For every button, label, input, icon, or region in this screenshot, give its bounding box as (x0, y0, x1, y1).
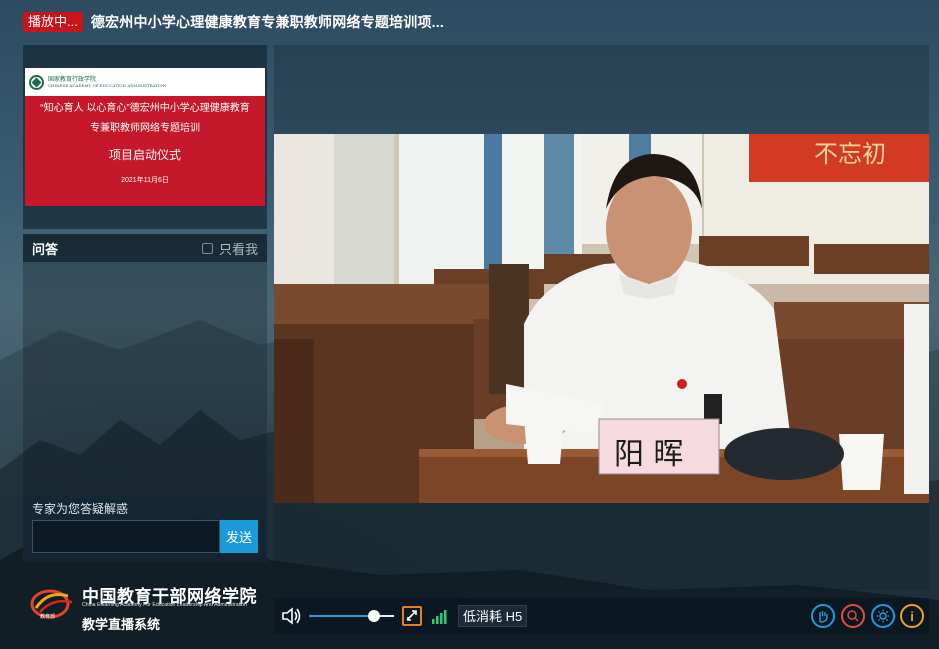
qa-prompt: 专家为您答疑解惑 (32, 502, 129, 516)
signal-icon (432, 610, 447, 624)
course-title: 德宏州中小学心理健康教育专兼职教师网络专题培训项... (90, 14, 444, 30)
qa-icon[interactable] (841, 604, 865, 628)
nameplate-text: 阳 晖 (614, 437, 684, 472)
academy-logo-icon (29, 74, 44, 90)
banner-text: 不忘初 (814, 140, 886, 168)
swap-screen-icon[interactable] (402, 606, 422, 626)
live-status-badge: 播放中... (23, 12, 83, 32)
qa-compose-area: 专家为您答疑解惑 发送 (23, 496, 267, 562)
only-mine-filter[interactable]: 只看我 (201, 239, 258, 258)
qa-header: 问答 只看我 (23, 234, 267, 262)
volume-slider[interactable] (309, 610, 394, 622)
qa-title: 问答 (32, 241, 59, 257)
video-player[interactable]: 不忘初 阳 晖 (274, 45, 929, 590)
top-bar: 播放中... 德宏州中小学心理健康教育专兼职教师网络专题培训项... (0, 0, 939, 44)
emblem-text: 教育部 (40, 613, 55, 620)
only-mine-checkbox[interactable] (201, 242, 213, 254)
question-input[interactable] (32, 520, 220, 553)
slide-header: 国家教育行政学院 CHINESE ACADEMY OF EDUCATION AD… (25, 68, 265, 96)
slide-panel: 国家教育行政学院 CHINESE ACADEMY OF EDUCATION AD… (23, 45, 267, 229)
slide-line-1: “知心育人 以心育心”德宏州中小学心理健康教育 (40, 103, 250, 114)
qa-panel: 问答 只看我 专家为您答疑解惑 发送 (23, 234, 267, 562)
video-content: 不忘初 阳 晖 (274, 134, 929, 503)
volume-icon[interactable] (281, 606, 303, 626)
slide-line-3: 项目启动仪式 (108, 148, 181, 162)
raise-hand-icon[interactable] (811, 604, 835, 628)
slide-logo-text-en: CHINESE ACADEMY OF EDUCATION ADMINISTRAT… (48, 83, 167, 88)
academy-emblem-icon: 教育部 (30, 589, 73, 620)
brightness-icon[interactable] (871, 604, 895, 628)
send-button[interactable]: 发送 (220, 520, 258, 553)
slide-logo-text-cn: 国家教育行政学院 (48, 76, 97, 83)
quality-selector[interactable]: 低消耗 H5 (458, 605, 528, 627)
volume-slider-fill (309, 615, 374, 617)
brand-subtitle: 教学直播系统 (82, 617, 161, 632)
slide-thumbnail[interactable]: 国家教育行政学院 CHINESE ACADEMY OF EDUCATION AD… (25, 68, 265, 206)
volume-slider-knob[interactable] (367, 610, 380, 622)
video-frame[interactable]: 不忘初 阳 晖 (274, 134, 929, 503)
slide-line-2: 专兼职教师网络专题培训 (90, 123, 200, 134)
brand-english-name: China Elearning Academy For Education Le… (82, 602, 247, 608)
brand-footer: 教育部 中国教育干部网络学院 China Elearning Academy F… (30, 580, 270, 635)
player-controls: 低消耗 H5 i (274, 598, 929, 634)
only-mine-label: 只看我 (218, 241, 258, 257)
info-icon[interactable]: i (900, 604, 924, 628)
slide-date: 2021年11月6日 (121, 177, 169, 184)
